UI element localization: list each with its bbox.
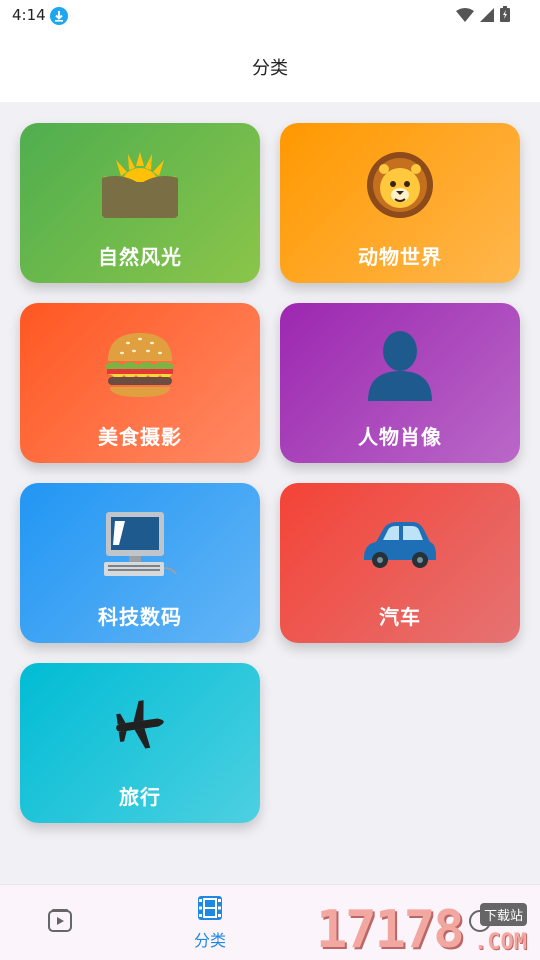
category-label: 科技数码	[98, 605, 182, 629]
category-label: 美食摄影	[98, 425, 182, 449]
status-bar: 4:14	[0, 0, 540, 32]
desktop-computer-icon	[20, 509, 260, 581]
category-card-portrait[interactable]: 人物肖像	[280, 303, 520, 463]
category-label: 旅行	[119, 785, 161, 809]
status-time: 4:14	[12, 6, 46, 24]
nav-item-label: 分类	[193, 931, 226, 950]
category-label: 人物肖像	[358, 425, 442, 449]
lion-face-icon	[280, 149, 520, 221]
film-icon	[197, 895, 223, 925]
watermark-suffix: .COM	[474, 930, 527, 955]
watermark-tag: 下载站	[480, 903, 528, 926]
category-label: 动物世界	[358, 245, 442, 269]
download-icon	[50, 7, 68, 25]
category-label: 自然风光	[98, 245, 182, 269]
category-grid: 自然风光 动物世界 美食摄影 人物肖像 科技数码 汽车 旅行	[0, 102, 540, 884]
category-card-food[interactable]: 美食摄影	[20, 303, 260, 463]
category-label: 汽车	[379, 605, 421, 629]
video-icon	[47, 908, 73, 938]
watermark-digits: 17178	[316, 900, 465, 960]
signal-icon	[480, 7, 494, 26]
category-card-travel[interactable]: 旅行	[20, 663, 260, 823]
airplane-icon	[20, 689, 260, 761]
nav-item-video[interactable]	[40, 885, 80, 960]
wifi-icon	[456, 7, 474, 26]
page-title: 分类	[252, 58, 288, 79]
battery-icon	[500, 6, 510, 26]
car-icon	[280, 509, 520, 581]
person-silhouette-icon	[280, 329, 520, 401]
site-watermark: 17178 .COM 下载站	[316, 900, 540, 960]
category-card-nature[interactable]: 自然风光	[20, 123, 260, 283]
nav-item-category[interactable]: 分类	[180, 885, 240, 960]
category-card-animals[interactable]: 动物世界	[280, 123, 520, 283]
sunrise-over-mountains-icon	[20, 149, 260, 221]
app-bar: 分类	[0, 32, 540, 102]
hamburger-icon	[20, 329, 260, 401]
category-card-cars[interactable]: 汽车	[280, 483, 520, 643]
category-card-tech[interactable]: 科技数码	[20, 483, 260, 643]
